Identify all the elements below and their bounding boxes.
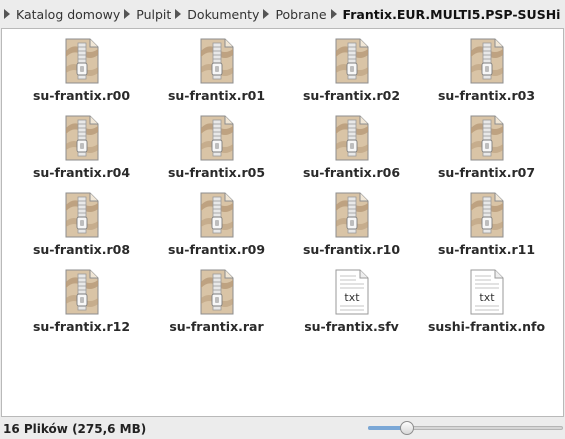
file-name: su-frantix.r12 bbox=[32, 319, 131, 334]
breadcrumb-item-downloads[interactable]: Pobrane bbox=[259, 6, 327, 22]
archive-icon bbox=[62, 114, 102, 162]
file-item[interactable]: su-frantix.r02 bbox=[284, 37, 419, 114]
breadcrumb-label: Pulpit bbox=[136, 6, 172, 22]
archive-icon bbox=[197, 37, 237, 85]
file-name: su-frantix.rar bbox=[169, 319, 264, 334]
archive-icon bbox=[197, 268, 237, 316]
text-file-icon: txt bbox=[332, 268, 372, 316]
breadcrumb-label: Dokumenty bbox=[187, 6, 260, 22]
archive-icon bbox=[467, 191, 507, 239]
file-name: su-frantix.r11 bbox=[437, 242, 536, 257]
breadcrumb-arrow-icon bbox=[330, 9, 337, 19]
text-file-icon: txt bbox=[467, 268, 507, 316]
svg-text:txt: txt bbox=[344, 291, 360, 304]
zoom-slider-handle[interactable] bbox=[400, 421, 414, 435]
file-item[interactable]: txt sushi-frantix.nfo bbox=[419, 268, 554, 345]
breadcrumb-arrow-icon bbox=[263, 9, 270, 19]
file-name: su-frantix.sfv bbox=[304, 319, 399, 334]
status-bar: 16 Plików (275,6 MB) bbox=[0, 418, 565, 439]
file-name: su-frantix.r06 bbox=[302, 165, 401, 180]
breadcrumb-arrow-icon bbox=[4, 9, 10, 19]
file-item[interactable]: su-frantix.r08 bbox=[14, 191, 149, 268]
archive-icon bbox=[62, 191, 102, 239]
breadcrumb-item-home[interactable]: Katalog domowy bbox=[4, 7, 120, 22]
breadcrumb: Katalog domowy Pulpit Dokumenty Pobrane … bbox=[0, 0, 565, 28]
file-item[interactable]: txt su-frantix.sfv bbox=[284, 268, 419, 345]
file-item[interactable]: su-frantix.r11 bbox=[419, 191, 554, 268]
file-name: su-frantix.r02 bbox=[302, 88, 401, 103]
archive-icon bbox=[197, 114, 237, 162]
file-name: su-frantix.r10 bbox=[302, 242, 401, 257]
file-name: su-frantix.r08 bbox=[32, 242, 131, 257]
archive-icon bbox=[332, 191, 372, 239]
breadcrumb-label: Frantix.EUR.MULTI5.PSP-SUSHi bbox=[342, 6, 561, 22]
breadcrumb-label: Katalog domowy bbox=[16, 6, 121, 22]
zoom-slider[interactable] bbox=[368, 421, 563, 435]
file-item[interactable]: su-frantix.r01 bbox=[149, 37, 284, 114]
svg-text:txt: txt bbox=[479, 291, 495, 304]
file-item[interactable]: su-frantix.r06 bbox=[284, 114, 419, 191]
breadcrumb-item-documents[interactable]: Dokumenty bbox=[171, 7, 259, 22]
breadcrumb-arrow-icon bbox=[175, 9, 182, 19]
file-name: su-frantix.r07 bbox=[437, 165, 536, 180]
file-item[interactable]: su-frantix.r03 bbox=[419, 37, 554, 114]
file-name: su-frantix.r00 bbox=[32, 88, 131, 103]
archive-icon bbox=[332, 37, 372, 85]
breadcrumb-item-current-folder[interactable]: Frantix.EUR.MULTI5.PSP-SUSHi bbox=[327, 6, 561, 22]
breadcrumb-item-desktop[interactable]: Pulpit bbox=[120, 7, 171, 22]
file-name: su-frantix.r04 bbox=[32, 165, 131, 180]
archive-icon bbox=[197, 191, 237, 239]
file-name: su-frantix.r05 bbox=[167, 165, 266, 180]
file-item[interactable]: su-frantix.r12 bbox=[14, 268, 149, 345]
file-item[interactable]: su-frantix.r10 bbox=[284, 191, 419, 268]
file-grid: su-frantix.r00 su-frantix.r01 su-frantix… bbox=[14, 37, 554, 345]
file-item[interactable]: su-frantix.r09 bbox=[149, 191, 284, 268]
file-name: sushi-frantix.nfo bbox=[427, 319, 546, 334]
file-item[interactable]: su-frantix.r07 bbox=[419, 114, 554, 191]
file-name: su-frantix.r01 bbox=[167, 88, 266, 103]
archive-icon bbox=[467, 114, 507, 162]
file-item[interactable]: su-frantix.rar bbox=[149, 268, 284, 345]
breadcrumb-arrow-icon bbox=[124, 9, 131, 19]
archive-icon bbox=[62, 268, 102, 316]
breadcrumb-label: Pobrane bbox=[275, 6, 327, 22]
file-item[interactable]: su-frantix.r05 bbox=[149, 114, 284, 191]
file-item[interactable]: su-frantix.r00 bbox=[14, 37, 149, 114]
file-name: su-frantix.r09 bbox=[167, 242, 266, 257]
archive-icon bbox=[467, 37, 507, 85]
file-name: su-frantix.r03 bbox=[437, 88, 536, 103]
archive-icon bbox=[62, 37, 102, 85]
file-view[interactable]: su-frantix.r00 su-frantix.r01 su-frantix… bbox=[1, 28, 564, 417]
status-text: 16 Plików (275,6 MB) bbox=[3, 421, 147, 436]
file-item[interactable]: su-frantix.r04 bbox=[14, 114, 149, 191]
archive-icon bbox=[332, 114, 372, 162]
